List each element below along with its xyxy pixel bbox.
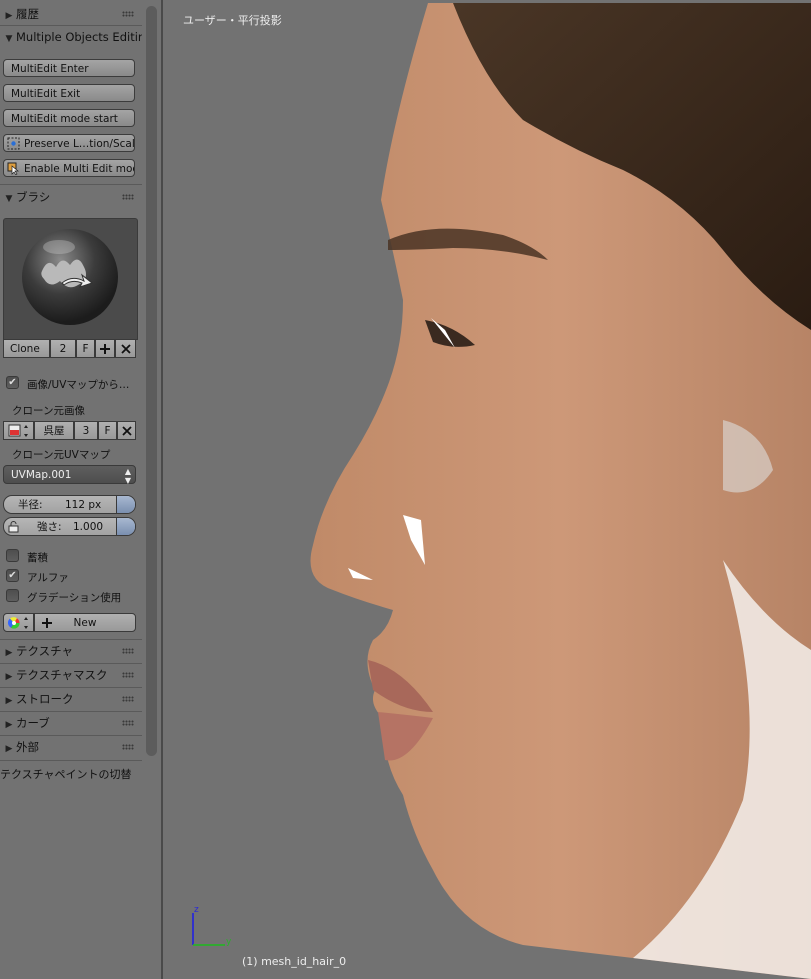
- drag-grip-icon[interactable]: [122, 720, 134, 726]
- radius-value: 112 px: [65, 499, 102, 511]
- accumulate-label: 蓄積: [27, 552, 48, 564]
- close-icon: [121, 426, 132, 436]
- y-axis-label: y: [226, 937, 232, 947]
- toggle-texture-paint-label[interactable]: テクスチャペイントの切替: [0, 766, 132, 782]
- preserve-transform-icon: [7, 137, 20, 150]
- clone-uv-select[interactable]: UVMap.001 ▲ ▼: [3, 465, 136, 485]
- history-header[interactable]: ▶ 履歴: [0, 3, 142, 25]
- expand-triangle-icon: ▶: [5, 720, 13, 730]
- 3d-viewport[interactable]: ユーザー・平行投影 z y (1) mesh_id_hair_0: [163, 0, 811, 979]
- close-icon: [120, 344, 131, 354]
- clone-image-users[interactable]: 3: [74, 421, 98, 440]
- expand-triangle-icon: ▶: [5, 11, 13, 21]
- palette-browse-button[interactable]: [3, 613, 34, 632]
- image-browse-button[interactable]: [3, 421, 34, 440]
- brush-datablock: Clone 2 F: [3, 339, 136, 358]
- drag-grip-icon[interactable]: [122, 744, 134, 750]
- multi-edit-header[interactable]: ▼ Multiple Objects Editing: [0, 26, 142, 48]
- clone-image-unlink-button[interactable]: [117, 421, 136, 440]
- section-label: ストローク: [16, 692, 74, 706]
- drag-grip-icon[interactable]: [122, 11, 134, 17]
- lock-icon[interactable]: [8, 520, 19, 533]
- plus-icon: [42, 618, 52, 628]
- face-mesh-render: [310, 3, 811, 979]
- new-label: New: [73, 617, 97, 629]
- radius-slider[interactable]: 半径: 112 px: [3, 495, 136, 514]
- brush-remove-button[interactable]: [115, 339, 136, 358]
- preserve-location-scale-button[interactable]: Preserve L…tion/Scale: [3, 134, 135, 152]
- section-texture-mask[interactable]: ▶ テクスチャマスク: [0, 664, 142, 686]
- alpha-checkbox[interactable]: ✔: [6, 569, 19, 582]
- pressure-toggle-icon[interactable]: [116, 518, 135, 535]
- section-label: カーブ: [16, 716, 50, 730]
- clone-image-name[interactable]: 呉屋: [34, 421, 74, 440]
- section-label: テクスチャマスク: [16, 668, 108, 682]
- separator: [0, 760, 142, 761]
- clone-uv-label: クローン元UVマップ: [12, 449, 111, 461]
- brush-fake-user-toggle[interactable]: F: [76, 339, 95, 358]
- clone-image-label: クローン元画像: [12, 405, 85, 417]
- tool-shelf: ▶ 履歴 ▼ Multiple Objects Editing MultiEdit …: [0, 0, 162, 979]
- multi-edit-icon: [7, 162, 19, 175]
- separator: [0, 184, 142, 185]
- section-texture[interactable]: ▶ テクスチャ: [0, 640, 142, 662]
- clone-uv-value: UVMap.001: [11, 469, 72, 481]
- clone-image-fake-toggle[interactable]: F: [98, 421, 117, 440]
- expand-triangle-icon: ▶: [5, 672, 13, 682]
- z-axis-label: z: [194, 905, 199, 915]
- plus-icon: [100, 344, 110, 354]
- enable-multi-edit-button[interactable]: Enable Multi Edit mode: [3, 159, 135, 177]
- option-uv-checkbox[interactable]: ✔: [6, 376, 19, 389]
- expand-triangle-icon: ▶: [5, 744, 13, 754]
- strength-label: 強さ:: [37, 521, 62, 533]
- multiedit-exit-button[interactable]: MultiEdit Exit: [3, 84, 135, 102]
- multi-edit-label: Multiple Objects Editing: [16, 30, 142, 44]
- palette-row: New: [3, 613, 136, 632]
- active-object-name: (1) mesh_id_hair_0: [242, 955, 347, 968]
- expand-triangle-icon: ▶: [5, 696, 13, 706]
- clone-image-datablock: 呉屋 3 F: [3, 421, 136, 440]
- updown-arrows-icon: ▲ ▼: [124, 467, 131, 485]
- brush-users-count[interactable]: 2: [50, 339, 76, 358]
- drag-grip-icon[interactable]: [122, 194, 134, 200]
- brush-label: ブラシ: [16, 190, 51, 204]
- strength-value: 1.000: [73, 521, 104, 533]
- panel-scrollbar[interactable]: [146, 6, 157, 756]
- brush-add-button[interactable]: [95, 339, 115, 358]
- collapse-triangle-icon: ▼: [5, 194, 13, 204]
- section-stroke[interactable]: ▶ ストローク: [0, 688, 142, 710]
- multiedit-mode-start-button[interactable]: MultiEdit mode start: [3, 109, 135, 127]
- option-uv-label: 画像/UVマップから…: [27, 379, 130, 391]
- accumulate-checkbox[interactable]: [6, 549, 19, 562]
- brush-name-field[interactable]: Clone: [3, 339, 50, 358]
- clone-brush-icon: [22, 229, 118, 325]
- section-label: 外部: [16, 740, 39, 754]
- color-wheel-icon: [7, 617, 28, 629]
- drag-grip-icon[interactable]: [122, 672, 134, 678]
- strength-slider[interactable]: 強さ: 1.000: [3, 517, 136, 536]
- axis-gizmo: z y: [181, 903, 241, 954]
- enable-label: Enable Multi Edit mode: [24, 163, 135, 175]
- section-label: テクスチャ: [16, 644, 74, 658]
- drag-grip-icon[interactable]: [122, 696, 134, 702]
- section-external[interactable]: ▶ 外部: [0, 736, 142, 758]
- viewport-title: ユーザー・平行投影: [183, 14, 282, 27]
- preserve-label: Preserve L…tion/Scale: [24, 138, 135, 150]
- gradient-checkbox[interactable]: [6, 589, 19, 602]
- radius-label: 半径:: [18, 499, 43, 511]
- expand-triangle-icon: ▶: [5, 648, 13, 658]
- palette-new-button[interactable]: New: [34, 613, 136, 632]
- alpha-label: アルファ: [27, 572, 69, 584]
- image-icon: [8, 424, 28, 437]
- history-label: 履歴: [16, 7, 39, 21]
- multiedit-enter-button[interactable]: MultiEdit Enter: [3, 59, 135, 77]
- section-curve[interactable]: ▶ カーブ: [0, 712, 142, 734]
- pressure-toggle-icon[interactable]: [116, 496, 135, 513]
- collapse-triangle-icon: ▼: [5, 34, 13, 44]
- brush-preview[interactable]: [3, 218, 138, 340]
- brush-header[interactable]: ▼ ブラシ: [0, 186, 142, 208]
- drag-grip-icon[interactable]: [122, 648, 134, 654]
- gradient-label: グラデーション使用: [27, 592, 122, 604]
